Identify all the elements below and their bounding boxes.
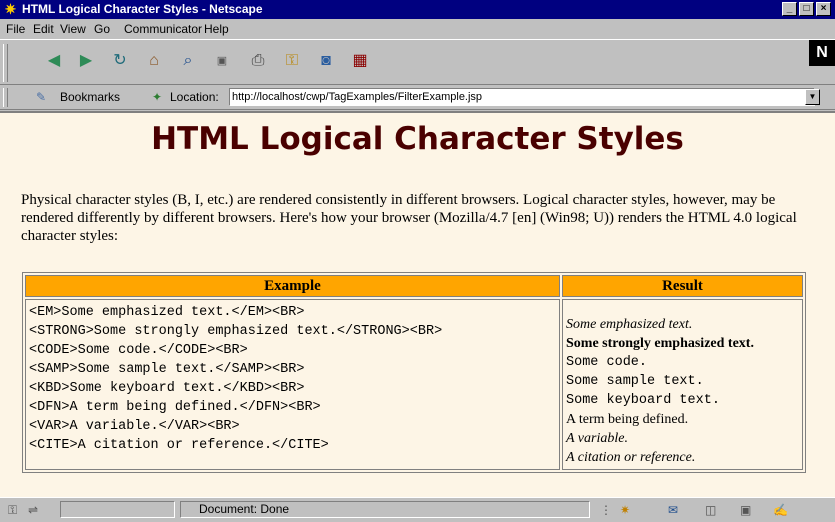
result-cell: Some emphasized text. Some strongly emph… — [562, 299, 803, 470]
messenger-icon[interactable]: ▣ — [740, 498, 751, 522]
progress-bar — [60, 501, 175, 518]
menu-bar: File Edit View Go Communicator Help — [0, 19, 835, 39]
window-title: HTML Logical Character Styles - Netscape — [22, 2, 263, 16]
my-netscape-icon[interactable]: ▣ — [212, 51, 232, 71]
composer-icon[interactable]: ◫ — [705, 498, 716, 522]
security-lock-icon[interactable]: ⚿ — [8, 498, 17, 522]
print-icon[interactable]: ⎙ — [248, 51, 268, 71]
component-bar-icon[interactable]: ⋮ — [600, 498, 612, 522]
menu-file[interactable]: File — [6, 19, 25, 39]
status-bar: ⚿ ⇌ Document: Done ⋮ ✷ ✉ ◫ ▣ ✍ — [0, 497, 835, 521]
url-dropdown-button[interactable]: ▼ — [805, 89, 820, 105]
example-line: <KBD>Some keyboard text.</KBD><BR> — [29, 381, 305, 396]
netscape-window-icon[interactable]: ✷ — [3, 2, 18, 17]
bookmarks-icon[interactable]: ✎ — [36, 85, 46, 110]
url-input[interactable]: http://localhost/cwp/TagExamples/FilterE… — [229, 88, 815, 106]
menu-view[interactable]: View — [60, 19, 86, 39]
close-button[interactable]: × — [816, 2, 831, 16]
styles-table: Example Result <EM>Some emphasized text.… — [22, 272, 806, 473]
example-line: <EM>Some emphasized text.</EM><BR> — [29, 305, 305, 320]
result-samp: Some sample text. — [566, 374, 704, 389]
example-line: <VAR>A variable.</VAR><BR> — [29, 419, 240, 434]
result-strong: Some strongly emphasized text. — [566, 336, 754, 351]
forward-icon[interactable]: ▶ — [76, 51, 96, 71]
navigator-icon[interactable]: ✷ — [620, 498, 630, 522]
page-content: HTML Logical Character Styles Physical c… — [0, 111, 835, 497]
result-column-header: Result — [562, 275, 803, 297]
menu-communicator[interactable]: Communicator — [124, 19, 202, 39]
mail-icon[interactable]: ✉ — [668, 498, 678, 522]
bookmarks-button[interactable]: Bookmarks — [60, 85, 120, 110]
example-column-header: Example — [25, 275, 560, 297]
example-cell: <EM>Some emphasized text.</EM><BR> <STRO… — [25, 299, 560, 470]
connection-icon: ⇌ — [28, 503, 39, 517]
menu-help[interactable]: Help — [204, 19, 229, 39]
address-book-icon[interactable]: ✍ — [773, 498, 788, 522]
home-icon[interactable]: ⌂ — [144, 51, 164, 71]
back-icon[interactable]: ◀ — [44, 51, 64, 71]
location-grip[interactable] — [3, 88, 8, 107]
example-line: <DFN>A term being defined.</DFN><BR> — [29, 400, 321, 415]
location-toolbar: ✎ Bookmarks ✦ Location: http://localhost… — [0, 85, 835, 110]
example-line: <STRONG>Some strongly emphasized text.</… — [29, 324, 443, 339]
status-text: Document: Done — [180, 501, 590, 518]
menu-edit[interactable]: Edit — [33, 19, 54, 39]
minimize-button[interactable]: _ — [782, 2, 797, 16]
intro-paragraph: Physical character styles (B, I, etc.) a… — [21, 192, 797, 244]
result-em: Some emphasized text. — [566, 317, 693, 332]
netscape-logo-icon[interactable]: N — [809, 40, 835, 66]
stop-icon[interactable]: ▦ — [350, 51, 370, 71]
toolbar-grip[interactable] — [3, 44, 8, 82]
location-label: Location: — [170, 90, 219, 104]
shop-icon[interactable]: ◙ — [316, 51, 336, 71]
result-dfn: A term being defined. — [566, 412, 689, 427]
menu-go[interactable]: Go — [94, 19, 110, 39]
example-line: <CITE>A citation or reference.</CITE> — [29, 438, 329, 453]
result-kbd: Some keyboard text. — [566, 393, 720, 408]
result-code: Some code. — [566, 355, 648, 370]
page-heading: HTML Logical Character Styles — [151, 121, 684, 157]
maximize-button[interactable]: □ — [799, 2, 814, 16]
result-var: A variable. — [566, 431, 628, 446]
security-icon[interactable]: ⚿ — [282, 51, 302, 71]
location-icon[interactable]: ✦ — [152, 85, 162, 110]
search-icon[interactable]: ⌕ — [178, 51, 198, 71]
title-bar: ✷ HTML Logical Character Styles - Netsca… — [0, 0, 835, 19]
example-line: <SAMP>Some sample text.</SAMP><BR> — [29, 362, 305, 377]
reload-icon[interactable]: ↻ — [110, 51, 130, 71]
navigation-toolbar: ◀ ▶ ↻ ⌂ ⌕ ▣ ⎙ ⚿ ◙ ▦ — [0, 39, 835, 85]
example-line: <CODE>Some code.</CODE><BR> — [29, 343, 248, 358]
result-cite: A citation or reference. — [566, 450, 696, 465]
